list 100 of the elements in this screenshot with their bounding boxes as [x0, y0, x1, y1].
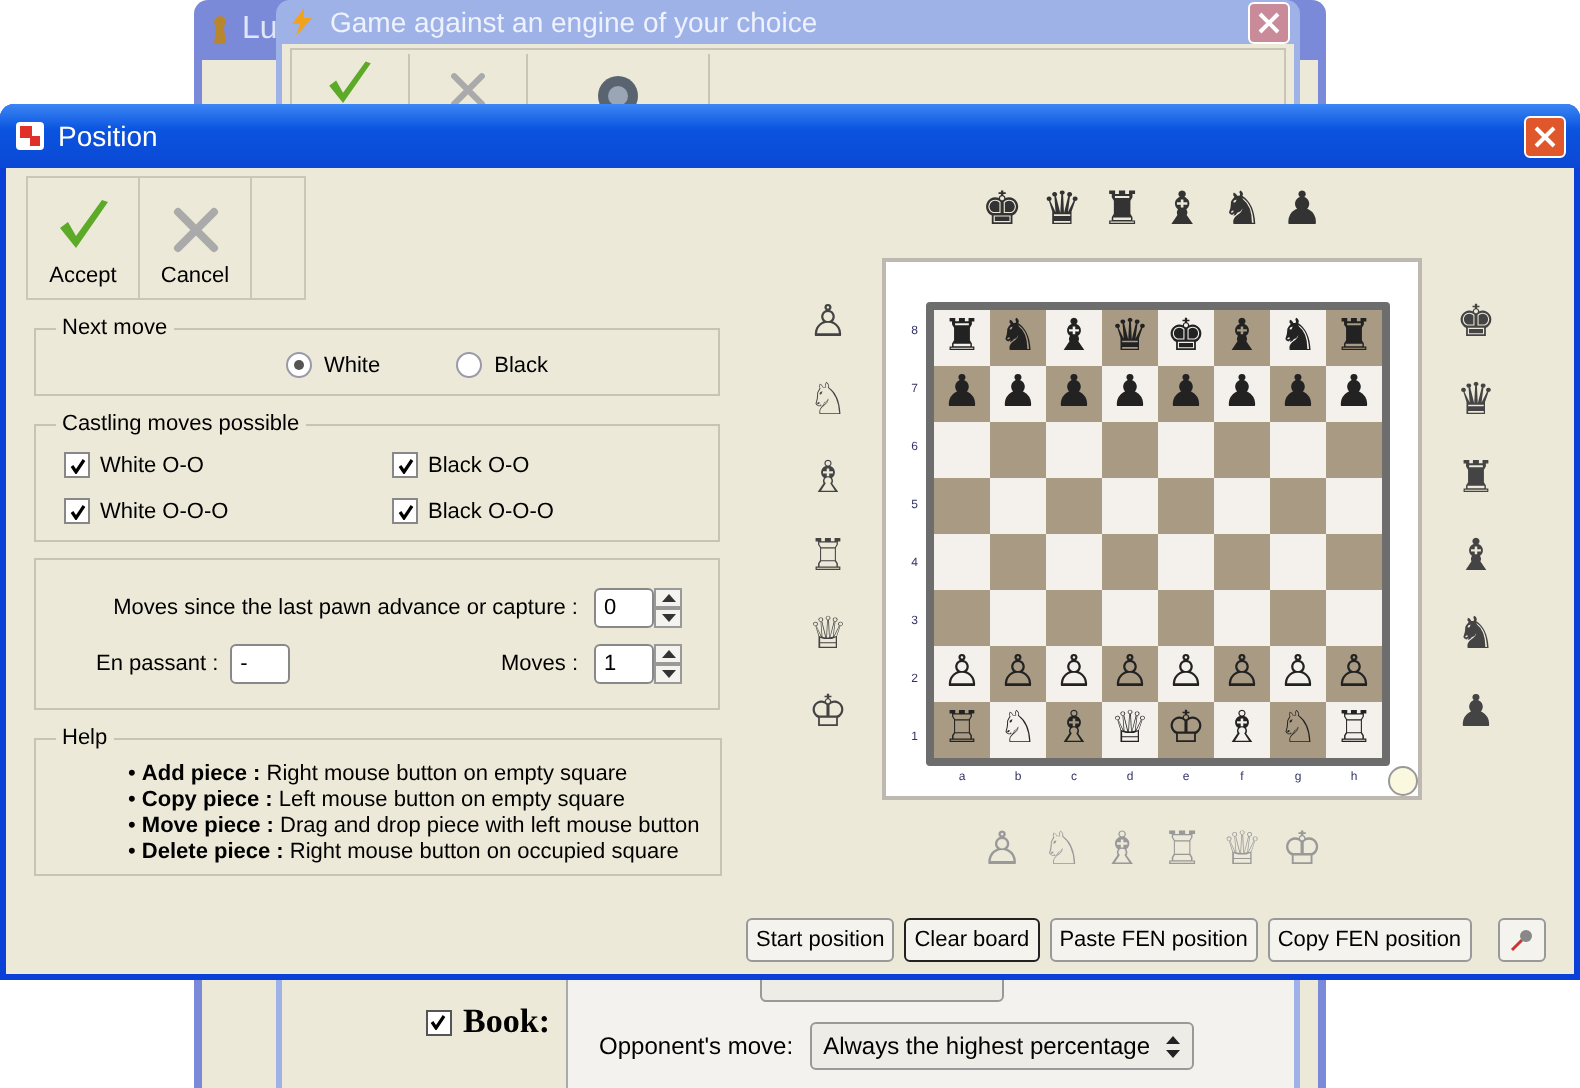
chess-piece[interactable]: ♖: [1334, 708, 1374, 752]
chess-piece[interactable]: ♘: [1278, 708, 1318, 752]
chess-piece[interactable]: ♙: [1334, 652, 1374, 696]
chess-piece[interactable]: ♗: [1054, 708, 1094, 752]
chess-piece[interactable]: ♛: [1040, 188, 1084, 234]
chess-piece[interactable]: ♟: [1166, 372, 1206, 416]
chess-piece[interactable]: ♟: [942, 372, 982, 416]
chess-piece[interactable]: ♘: [998, 708, 1038, 752]
chess-piece[interactable]: ♜: [1334, 316, 1374, 360]
board-square[interactable]: ♖: [1326, 702, 1382, 758]
chess-piece[interactable]: ♟: [1454, 691, 1498, 736]
castling-checkbox[interactable]: Black O-O: [392, 452, 698, 478]
board-square[interactable]: ♙: [1046, 646, 1102, 702]
chess-piece[interactable]: ♙: [806, 302, 850, 347]
chess-piece[interactable]: ♞: [1220, 188, 1264, 234]
chess-piece[interactable]: ♔: [1166, 708, 1206, 752]
opponents-move-dropdown[interactable]: Always the highest percentage: [809, 1022, 1194, 1070]
board-square[interactable]: ♜: [934, 310, 990, 366]
castling-checkbox[interactable]: White O-O-O: [64, 498, 392, 524]
chess-piece[interactable]: ♟: [1222, 372, 1262, 416]
board-square[interactable]: ♟: [1158, 366, 1214, 422]
chess-piece[interactable]: ♝: [1222, 316, 1262, 360]
chess-piece[interactable]: ♙: [1054, 652, 1094, 696]
chess-piece[interactable]: ♟: [1280, 188, 1324, 234]
chess-piece[interactable]: ♛: [1110, 316, 1150, 360]
chess-piece[interactable]: ♖: [806, 535, 850, 580]
window-title: Position: [58, 120, 160, 152]
chess-piece[interactable]: ♝: [1160, 188, 1204, 234]
chess-piece[interactable]: ♛: [1454, 380, 1498, 425]
board-square[interactable]: ♟: [1214, 366, 1270, 422]
chess-piece[interactable]: ♟: [1278, 372, 1318, 416]
board-square[interactable]: ♔: [1158, 702, 1214, 758]
board-square[interactable]: ♝: [1214, 310, 1270, 366]
action-button[interactable]: Paste FEN position: [1049, 918, 1258, 962]
chess-piece[interactable]: ♝: [1454, 535, 1498, 580]
chess-piece[interactable]: ♙: [1110, 652, 1150, 696]
board-square[interactable]: ♛: [1102, 310, 1158, 366]
chess-piece[interactable]: ♚: [980, 188, 1024, 234]
board-square[interactable]: ♖: [934, 702, 990, 758]
chess-piece[interactable]: ♖: [942, 708, 982, 752]
board-square[interactable]: ♙: [1270, 646, 1326, 702]
board-square[interactable]: ♙: [1214, 646, 1270, 702]
board-square[interactable]: ♗: [1214, 702, 1270, 758]
board-square[interactable]: ♟: [934, 366, 990, 422]
board-square[interactable]: ♙: [934, 646, 990, 702]
chess-piece[interactable]: ♜: [1100, 188, 1144, 234]
chess-piece[interactable]: ♞: [1278, 316, 1318, 360]
chess-piece[interactable]: ♟: [1334, 372, 1374, 416]
chess-piece[interactable]: ♕: [1110, 708, 1150, 752]
board-square[interactable]: ♕: [1102, 702, 1158, 758]
chess-piece[interactable]: ♙: [1278, 652, 1318, 696]
board-square[interactable]: ♟: [1326, 366, 1382, 422]
board-square[interactable]: ♙: [1102, 646, 1158, 702]
chess-piece[interactable]: ♜: [942, 316, 982, 360]
castling-checkbox[interactable]: White O-O: [64, 452, 392, 478]
board-square[interactable]: ♞: [1270, 310, 1326, 366]
board-square[interactable]: ♟: [1102, 366, 1158, 422]
side-radio-button[interactable]: White: [285, 352, 381, 378]
chess-piece[interactable]: ♗: [1222, 708, 1262, 752]
moves-label: Moves :: [500, 652, 578, 676]
chess-piece[interactable]: ♙: [1222, 652, 1262, 696]
board-square[interactable]: ♟: [990, 366, 1046, 422]
board-square[interactable]: ♙: [1158, 646, 1214, 702]
board-square[interactable]: ♗: [1046, 702, 1102, 758]
accept-button[interactable]: Accept: [28, 178, 140, 298]
chess-piece[interactable]: ♗: [806, 458, 850, 503]
moves-spinbox[interactable]: 1: [594, 644, 654, 684]
chess-piece[interactable]: ♟: [1054, 372, 1094, 416]
board-square[interactable]: ♞: [990, 310, 1046, 366]
chess-piece[interactable]: ♙: [942, 652, 982, 696]
chess-piece[interactable]: ♟: [998, 372, 1038, 416]
chess-piece[interactable]: ♟: [1110, 372, 1150, 416]
board-square[interactable]: ♝: [1046, 310, 1102, 366]
board-square[interactable]: ♘: [1270, 702, 1326, 758]
board-square[interactable]: ♟: [1270, 366, 1326, 422]
board-square[interactable]: ♘: [990, 702, 1046, 758]
cancel-button[interactable]: Cancel: [140, 178, 252, 298]
castling-checkbox[interactable]: Black O-O-O: [392, 498, 698, 524]
chess-piece[interactable]: ♚: [1454, 302, 1498, 347]
board-square[interactable]: ♙: [1326, 646, 1382, 702]
chess-piece[interactable]: ♞: [1454, 613, 1498, 658]
action-button[interactable]: Start position: [746, 918, 895, 962]
chess-piece[interactable]: ♞: [998, 316, 1038, 360]
chess-piece[interactable]: ♙: [1166, 652, 1206, 696]
chess-piece[interactable]: ♘: [806, 380, 850, 425]
chess-piece[interactable]: ♚: [1166, 316, 1206, 360]
chess-piece[interactable]: ♔: [806, 691, 850, 736]
action-button[interactable]: Clear board: [904, 918, 1040, 962]
side-radio-button[interactable]: Black: [456, 352, 549, 378]
halfmove-spinbox[interactable]: 0: [594, 588, 654, 628]
action-button[interactable]: Copy FEN position: [1267, 918, 1472, 962]
board-square[interactable]: ♚: [1158, 310, 1214, 366]
chess-piece[interactable]: ♝: [1054, 316, 1094, 360]
board-square[interactable]: ♟: [1046, 366, 1102, 422]
board-square[interactable]: ♙: [990, 646, 1046, 702]
chess-piece[interactable]: ♕: [806, 613, 850, 658]
board-square[interactable]: ♜: [1326, 310, 1382, 366]
chess-piece[interactable]: ♜: [1454, 458, 1498, 503]
chess-piece[interactable]: ♙: [998, 652, 1038, 696]
en-passant-field[interactable]: -: [230, 644, 291, 684]
